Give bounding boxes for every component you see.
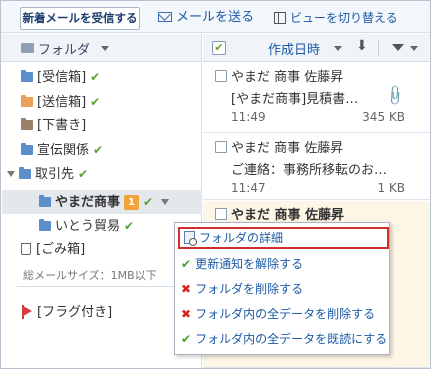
folder-inbox[interactable]: [受信箱] ✔ xyxy=(21,66,100,88)
select-all-checkbox[interactable]: ✔ xyxy=(212,41,226,55)
send-mail-link[interactable]: メールを送る xyxy=(158,8,254,28)
folder-details-icon xyxy=(184,231,197,246)
folder-itou-label: いとう貿易 xyxy=(55,219,121,234)
folder-drafts[interactable]: [下書き] xyxy=(21,115,86,137)
receive-mail-button[interactable]: 新着メールを受信する xyxy=(20,7,140,30)
folder-ads-label: 宣伝関係 xyxy=(37,143,90,158)
menu-item-label: フォルダ内の全データを既読にする xyxy=(195,332,388,346)
folder-sent-label: [送信箱] xyxy=(37,95,87,110)
menu-item-label: フォルダ内の全データを削除する xyxy=(195,307,376,321)
delete-icon: ✖ xyxy=(181,307,192,321)
envelope-icon xyxy=(158,12,172,22)
flag-icon xyxy=(22,305,32,319)
menu-item-mark-read[interactable]: ✔ フォルダ内の全データを既読にする xyxy=(181,328,387,350)
unread-count-badge: 1 xyxy=(124,195,140,210)
sort-direction-icon[interactable]: ⬇ xyxy=(356,38,368,54)
folder-icon xyxy=(21,43,34,53)
sort-chevron-icon[interactable] xyxy=(334,46,342,51)
inbox-folder-icon xyxy=(21,70,33,82)
total-mail-size: 総メールサイズ：1MB以下 xyxy=(23,269,157,282)
mail-list-header: ✔ 作成日時 ⬇ xyxy=(203,34,430,62)
menu-item-label: 更新通知を解除する xyxy=(195,257,304,271)
sent-folder-icon xyxy=(21,95,33,107)
check-icon: ✔ xyxy=(181,257,192,271)
folder-ads[interactable]: 宣伝関係 ✔ xyxy=(21,139,103,161)
filter-chevron-icon[interactable] xyxy=(410,46,418,51)
delete-icon: ✖ xyxy=(181,282,192,296)
drafts-folder-icon xyxy=(21,118,33,130)
mail-subject: [やまだ商事]見積書… xyxy=(231,92,359,107)
mail-checkbox[interactable] xyxy=(215,70,227,82)
check-icon: ✔ xyxy=(93,143,104,157)
folder-yamada-label: やまだ商事 xyxy=(55,195,121,210)
folder-flagged-label: [フラグ付き] xyxy=(37,305,113,320)
folder-icon xyxy=(21,143,33,155)
menu-item-delete-all[interactable]: ✖ フォルダ内の全データを削除する xyxy=(181,303,375,325)
mail-checkbox[interactable] xyxy=(215,141,227,153)
mail-checkbox[interactable] xyxy=(215,208,227,220)
menu-item-folder-details[interactable]: フォルダの詳細 xyxy=(178,227,389,249)
folder-drafts-label: [下書き] xyxy=(37,118,87,133)
mail-sender: やまだ 商事 佐藤昇 xyxy=(231,70,344,85)
folder-inbox-label: [受信箱] xyxy=(37,70,87,85)
folder-icon xyxy=(39,195,51,207)
mail-sender: やまだ 商事 佐藤昇 xyxy=(231,208,345,223)
check-icon: ✔ xyxy=(124,219,135,233)
menu-item-delete-folder[interactable]: ✖ フォルダを削除する xyxy=(181,278,303,300)
switch-view-label: ビューを切り替える xyxy=(290,11,398,25)
send-mail-label: メールを送る xyxy=(176,10,255,25)
chevron-down-icon[interactable] xyxy=(101,46,109,51)
folder-clients-label: 取引先 xyxy=(35,167,75,182)
folder-icon xyxy=(39,219,51,231)
mail-size: 345 KB xyxy=(362,110,405,124)
tree-divider xyxy=(17,286,189,287)
check-icon: ✔ xyxy=(143,195,154,209)
attachment-icon: 📎 xyxy=(382,84,407,108)
menu-item-label: フォルダの詳細 xyxy=(199,231,284,245)
folder-trash-label: [ごみ箱] xyxy=(36,242,86,257)
check-icon: ✔ xyxy=(90,95,101,109)
mail-list-item[interactable]: やまだ 商事 佐藤昇 [やまだ商事]見積書… 📎 11:49 345 KB xyxy=(203,63,430,133)
header-divider xyxy=(378,40,379,56)
folder-header[interactable]: フォルダ xyxy=(1,34,202,62)
folder-yamada[interactable]: やまだ商事 1 ✔ xyxy=(39,191,170,213)
switch-view-link[interactable]: ビューを切り替える xyxy=(274,8,398,28)
sort-field-selector[interactable]: 作成日時 xyxy=(268,39,320,58)
mail-sender: やまだ 商事 佐藤昇 xyxy=(231,141,344,156)
mail-subject: ご連絡：事務所移転のお… xyxy=(231,163,388,178)
folder-clients[interactable]: 取引先 ✔ xyxy=(7,163,88,185)
folder-flagged[interactable]: [フラグ付き] xyxy=(22,302,113,324)
toolbar: 新着メールを受信する メールを送る ビューを切り替える xyxy=(1,1,430,33)
menu-item-label: フォルダを削除する xyxy=(195,282,304,296)
mail-size: 1 KB xyxy=(377,181,405,195)
view-icon xyxy=(274,12,286,24)
folder-menu-chevron-icon[interactable] xyxy=(161,199,170,205)
folder-itou[interactable]: いとう貿易 ✔ xyxy=(39,215,134,237)
filter-icon[interactable] xyxy=(392,44,404,51)
mail-time: 11:49 xyxy=(231,110,266,124)
check-icon: ✔ xyxy=(90,70,101,84)
menu-item-unsubscribe[interactable]: ✔ 更新通知を解除する xyxy=(181,253,303,275)
trash-icon xyxy=(21,243,31,255)
folder-tree: [受信箱] ✔ [送信箱] ✔ [下書き] 宣伝関係 ✔ 取引先 ✔ やまだ商事 1 ✔ い… xyxy=(1,63,202,368)
check-icon: ✔ xyxy=(78,167,89,181)
folder-sent[interactable]: [送信箱] ✔ xyxy=(21,91,100,113)
folder-header-label: フォルダ xyxy=(38,43,91,58)
mark-read-icon: ✔ xyxy=(181,332,192,346)
mail-list-item[interactable]: やまだ 商事 佐藤昇 ご連絡：事務所移転のお… 11:47 1 KB xyxy=(203,134,430,200)
expand-caret-icon[interactable] xyxy=(7,171,15,177)
folder-icon xyxy=(19,167,31,179)
mail-time: 11:47 xyxy=(231,181,266,195)
folder-trash[interactable]: [ごみ箱] xyxy=(21,239,85,261)
folder-context-menu: フォルダの詳細 ✔ 更新通知を解除する ✖ フォルダを削除する ✖ フォルダ内の全デー… xyxy=(174,222,390,355)
